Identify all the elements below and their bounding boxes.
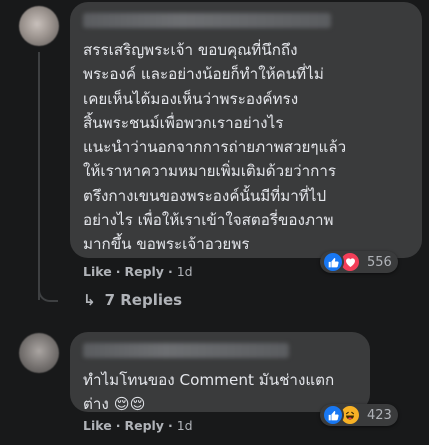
like-reaction-icon [322,251,344,273]
separator: · [167,264,173,279]
timestamp[interactable]: 1d [177,264,193,279]
reply-button[interactable]: Reply [124,418,163,433]
comment-actions: Like · Reply · 1d [83,418,193,433]
like-button[interactable]: Like [83,264,112,279]
reaction-count: 556 [367,254,392,270]
commenter-name-redacted[interactable] [83,13,331,28]
thread-connector [38,280,58,302]
reply-arrow-icon: ↳ [83,291,96,309]
reactions-summary[interactable]: 423 [320,404,398,426]
timestamp[interactable]: 1d [177,418,193,433]
comment-bubble: สรรเสริญพระเจ้า ขอบคุณที่นึกถึง พระองค์ … [70,2,422,258]
commenter-name-redacted[interactable] [83,343,289,358]
comment-text: ทำไมโทนของ Comment มันช่างแตก ต่าง 😌😌 [83,371,335,414]
thread-line [38,52,40,300]
view-replies-link[interactable]: ↳ 7 Replies [83,291,182,309]
separator: · [115,264,121,279]
separator: · [115,418,121,433]
like-button[interactable]: Like [83,418,112,433]
replies-label: 7 Replies [104,291,183,309]
comments-section: สรรเสริญพระเจ้า ขอบคุณที่นึกถึง พระองค์ … [0,0,429,445]
like-reaction-icon [322,404,344,426]
separator: · [167,418,173,433]
comment-actions: Like · Reply · 1d [83,264,193,279]
comment-text: สรรเสริญพระเจ้า ขอบคุณที่นึกถึง พระองค์ … [83,41,347,254]
reaction-count: 423 [367,407,392,423]
comment-bubble: ทำไมโทนของ Comment มันช่างแตก ต่าง 😌😌 [70,332,370,413]
reactions-summary[interactable]: 556 [320,251,398,273]
reply-button[interactable]: Reply [124,264,163,279]
avatar[interactable] [19,6,59,46]
avatar[interactable] [19,333,59,373]
